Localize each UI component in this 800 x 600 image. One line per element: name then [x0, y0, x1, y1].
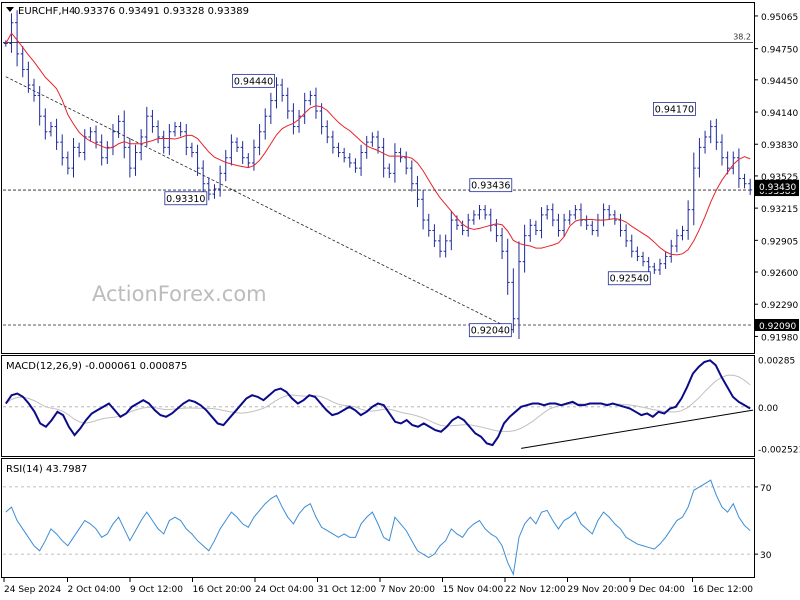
- y-tick-label: 0.95065: [761, 13, 798, 23]
- x-tick-label: 15 Nov 04:00: [443, 585, 504, 595]
- symbol-timeframe: EURCHF,H4: [18, 6, 75, 17]
- y-tick-label: 0.94750: [761, 46, 798, 56]
- x-tick-label: 22 Nov 12:00: [505, 585, 566, 595]
- ohlc-values: 0.93376 0.93491 0.93328 0.93389: [74, 6, 249, 17]
- x-tick-label: 9 Dec 04:00: [630, 585, 685, 595]
- macd-y-tick-label: 0.00285: [758, 356, 795, 366]
- y-tick-label: 0.94450: [761, 77, 798, 87]
- rsi-title: RSI(14) 43.7987: [6, 464, 87, 475]
- rsi-line: [5, 479, 751, 576]
- macd-line: [5, 359, 751, 447]
- y-tick-label: 0.92600: [761, 269, 798, 279]
- macd-trendline: [521, 409, 754, 449]
- price-label: 0.92040: [471, 326, 510, 337]
- price-label: 0.92540: [610, 274, 649, 285]
- rsi-series: [3, 479, 753, 576]
- price-label: 0.93310: [166, 194, 205, 205]
- price-label: 0.94440: [234, 76, 273, 87]
- fib-label: 38.2: [733, 32, 751, 41]
- x-tick-label: 9 Oct 12:00: [130, 585, 183, 595]
- y-tick-label: 0.94140: [761, 109, 798, 119]
- y-tick-label: 0.93215: [761, 205, 798, 215]
- y-tick-label: 0.92905: [761, 237, 798, 247]
- x-tick-label: 16 Dec 12:00: [693, 585, 754, 595]
- chart-root: ActionForex.com EURCHF,H4 0.93376 0.9349…: [1, 2, 800, 595]
- support-axis-label: 0.92090: [759, 322, 796, 332]
- y-tick-label: 0.92290: [761, 301, 798, 311]
- dropdown-triangle-icon[interactable]: [6, 7, 14, 12]
- x-tick-label: 31 Oct 12:00: [318, 585, 377, 595]
- y-tick-label: 0.93830: [761, 141, 798, 151]
- x-tick-label: 24 Oct 04:00: [255, 585, 314, 595]
- rsi-y-tick-label: 70: [760, 484, 772, 494]
- x-tick-label: 7 Nov 20:00: [380, 585, 435, 595]
- x-tick-label: 24 Sep 2024: [4, 585, 61, 595]
- ma-axis-label: 0.93430: [759, 183, 796, 193]
- macd-y-tick-label: 0.00: [758, 404, 778, 414]
- watermark: ActionForex.com: [92, 282, 267, 306]
- price-label: 0.93436: [471, 181, 510, 192]
- rsi-pane-border: [1, 458, 755, 578]
- x-tick-label: 29 Nov 20:00: [568, 585, 629, 595]
- rsi-y-tick-label: 30: [760, 551, 772, 561]
- macd-title: MACD(12,26,9) -0.000061 0.000875: [6, 361, 187, 372]
- macd-series: [3, 359, 754, 449]
- y-tick-label: 0.91980: [761, 333, 798, 343]
- x-tick-label: 16 Oct 20:00: [193, 585, 252, 595]
- price-label: 0.94170: [655, 104, 694, 115]
- x-tick-label: 2 Oct 04:00: [68, 585, 121, 595]
- macd-y-tick-label: -0.002521: [758, 446, 800, 456]
